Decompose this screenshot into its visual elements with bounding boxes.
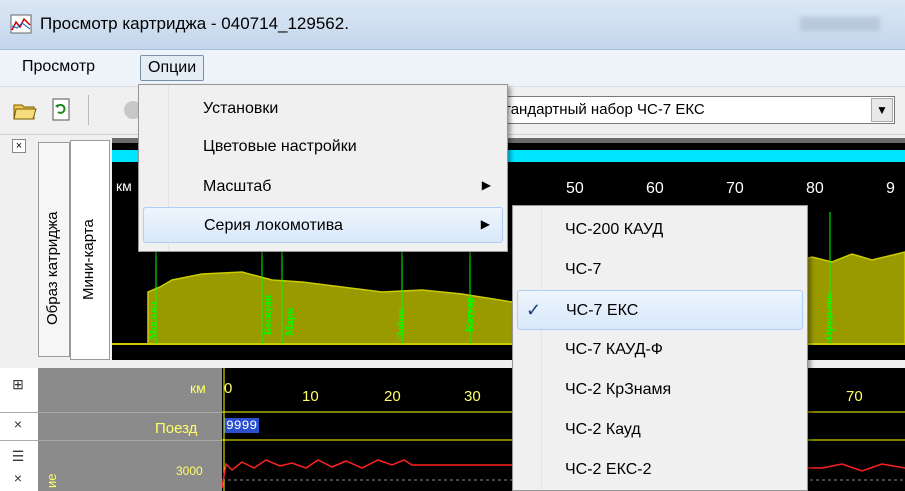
minimap-tick: 70 [726, 180, 744, 197]
menu-item-label: ЧС-2 Кауд [565, 421, 641, 438]
scale-icon[interactable]: ⊞ [8, 376, 28, 393]
station-label: Москва [147, 301, 159, 340]
train-label: Поезд [155, 420, 198, 437]
menu-item-label: ЧС-2 КрЗнамя [565, 381, 672, 398]
app-icon [10, 14, 32, 34]
menu-item-label: Масштаб [203, 178, 272, 195]
chart-tick: 10 [302, 388, 319, 405]
submenu-arrow-icon: ▶ [480, 217, 490, 231]
close-icon[interactable]: × [12, 139, 26, 153]
chart-tick: 70 [846, 388, 863, 405]
chart-tick: 0 [224, 380, 233, 397]
tab-cartridge-image-label: Образ катриджа [44, 211, 61, 325]
menu-item-label: Цветовые настройки [203, 138, 357, 155]
row-divider [0, 412, 222, 413]
station-label: Бескуди [262, 294, 274, 335]
minimap-km-label: км [116, 178, 132, 194]
close-icon[interactable]: × [8, 470, 28, 486]
station-label: Орудьево [823, 293, 835, 340]
menu-item-chs7[interactable]: ЧС-7 [517, 250, 803, 290]
menu-view[interactable]: Просмотр [15, 55, 102, 81]
menu-bar: Просмотр Опции [0, 50, 905, 87]
menu-item-chs7-kaud-f[interactable]: ЧС-7 КАУД-Ф [517, 330, 803, 370]
refresh-icon[interactable] [48, 97, 74, 123]
menu-item-loco-series[interactable]: Серия локомотива ▶ [143, 207, 503, 243]
menu-item-label: ЧС-200 КАУД [565, 221, 664, 238]
menu-item-label: ЧС-7 ЕКС [566, 302, 639, 319]
station-label: Марк [284, 307, 296, 336]
window-title: Просмотр картриджа - 040714_129562. [40, 14, 349, 33]
menu-options[interactable]: Опции [140, 55, 205, 81]
menu-item-color-settings[interactable]: Цветовые настройки [143, 129, 503, 165]
chart-km-label: км [190, 380, 206, 396]
menu-item-label: ЧС-7 [565, 261, 602, 278]
options-dropdown-menu: Установки Цветовые настройки Масштаб ▶ С… [138, 84, 508, 252]
minimap-tick: 50 [566, 180, 584, 197]
list-icon[interactable]: ☰ [8, 448, 28, 465]
minimap-tick: 80 [806, 180, 824, 197]
window-controls-blurred [800, 17, 880, 31]
loco-series-submenu: ЧС-200 КАУД ЧС-7 ✓ ЧС-7 ЕКС ЧС-7 КАУД-Ф … [512, 205, 808, 491]
menu-item-scale[interactable]: Масштаб ▶ [143, 169, 503, 205]
open-folder-icon[interactable] [12, 97, 38, 123]
chart-tick: 30 [464, 388, 481, 405]
minimap-tick: 9 [886, 180, 895, 197]
menu-item-label: ЧС-2 ЕКС-2 [565, 461, 652, 478]
combobox-value: тандартный набор ЧС-7 ЕКС [504, 101, 705, 118]
title-bar: Просмотр картриджа - 040714_129562. [0, 0, 905, 50]
toolbar-separator [88, 95, 89, 125]
menu-item-chs7-eks[interactable]: ✓ ЧС-7 ЕКС [517, 290, 803, 330]
tab-minimap-label: Мини-карта [80, 219, 97, 300]
menu-item-chs200-kaud[interactable]: ЧС-200 КАУД [517, 210, 803, 250]
checkmark-icon: ✓ [526, 300, 542, 320]
close-icon[interactable]: × [8, 416, 28, 432]
row-side-label: ие [44, 473, 59, 489]
chart-tick: 20 [384, 388, 401, 405]
menu-item-label: ЧС-7 КАУД-Ф [565, 341, 663, 358]
config-combobox[interactable]: тандартный набор ЧС-7 ЕКС ▼ [495, 96, 895, 124]
menu-item-chs2-eks2[interactable]: ЧС-2 ЕКС-2 [517, 450, 803, 490]
menu-item-chs2-kaud[interactable]: ЧС-2 Кауд [517, 410, 803, 450]
chevron-down-icon[interactable]: ▼ [871, 98, 893, 122]
minimap-tick: 60 [646, 180, 664, 197]
row-divider [0, 440, 222, 441]
menu-item-settings[interactable]: Установки [143, 91, 503, 127]
station-label: Лобня [395, 308, 407, 340]
y-value-label: 3000 [176, 464, 203, 478]
menu-item-label: Серия локомотива [204, 217, 343, 234]
station-label: Катуар [464, 296, 476, 332]
menu-item-chs2-krznamya[interactable]: ЧС-2 КрЗнамя [517, 370, 803, 410]
menu-item-label: Установки [203, 100, 279, 117]
submenu-arrow-icon: ▶ [481, 178, 491, 192]
